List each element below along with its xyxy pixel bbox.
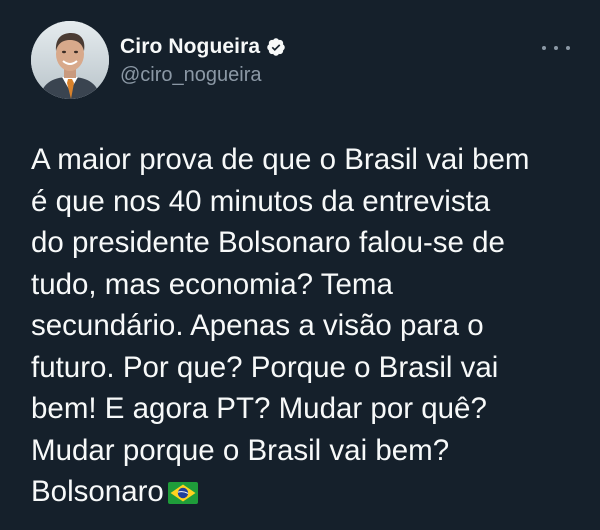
- tweet-text: A maior prova de que o Brasil vai bem é …: [31, 143, 530, 508]
- more-dot: [554, 46, 558, 50]
- more-options-icon[interactable]: [542, 38, 570, 58]
- author-name-row: Ciro Nogueira: [120, 34, 286, 60]
- author-display-name[interactable]: Ciro Nogueira: [120, 35, 260, 59]
- tweet-card: Ciro Nogueira @ciro_nogueira A maior pro…: [0, 0, 600, 530]
- author-handle[interactable]: @ciro_nogueira: [120, 64, 262, 87]
- tweet-text-container: A maior prova de que o Brasil vai bem é …: [31, 139, 576, 516]
- verified-badge-icon: [266, 37, 286, 57]
- avatar[interactable]: [31, 21, 109, 99]
- more-dot: [566, 46, 570, 50]
- brazil-flag-icon: [167, 474, 198, 516]
- more-dot: [542, 46, 546, 50]
